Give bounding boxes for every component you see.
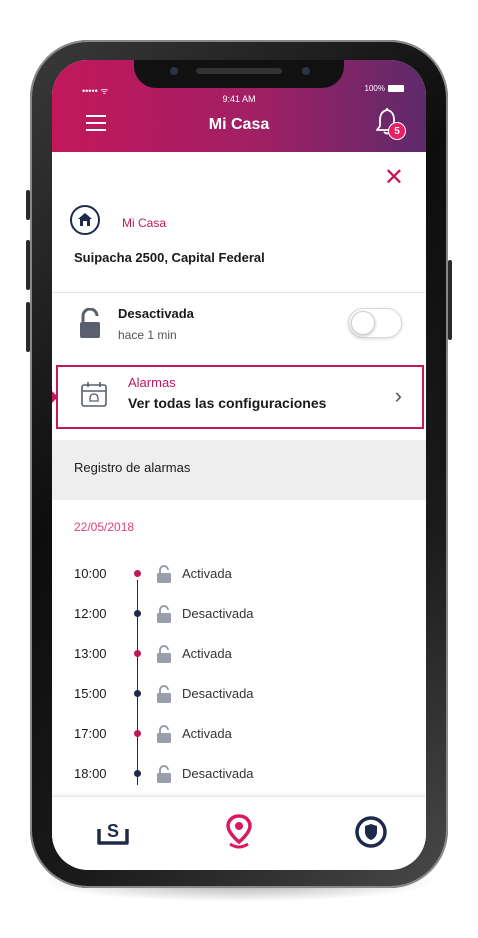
bottom-navigation: S <box>52 796 426 870</box>
timeline-dot <box>134 570 141 577</box>
log-entry-time: 10:00 <box>74 566 107 581</box>
payments-tab[interactable]: S <box>88 807 138 857</box>
notification-badge: 5 <box>388 122 406 140</box>
log-entry-status: Activada <box>182 646 232 661</box>
alarms-card-subtitle: Ver todas las configuraciones <box>128 395 327 411</box>
home-icon <box>70 205 100 235</box>
svg-text:S: S <box>107 821 119 841</box>
log-entry-status: Desactivada <box>182 766 254 781</box>
padlock-icon <box>156 684 172 709</box>
padlock-icon <box>156 644 172 669</box>
camera-icon <box>170 67 178 75</box>
log-entry: 15:00 Desactivada <box>52 684 426 704</box>
timeline-dot <box>134 690 141 697</box>
log-entry-status: Activada <box>182 726 232 741</box>
log-entry: 10:00 Activada <box>52 564 426 584</box>
timeline-dot <box>134 730 141 737</box>
location-tab[interactable] <box>214 807 264 857</box>
log-entry: 13:00 Activada <box>52 644 426 664</box>
log-entry-time: 18:00 <box>74 766 107 781</box>
calendar-bell-icon <box>80 381 108 414</box>
log-entry-time: 17:00 <box>74 726 107 741</box>
log-entry: 17:00 Activada <box>52 724 426 744</box>
notifications-button[interactable]: 5 <box>374 106 406 140</box>
log-date: 22/05/2018 <box>74 520 135 534</box>
log-entry-time: 12:00 <box>74 606 107 621</box>
log-entry-status: Desactivada <box>182 606 254 621</box>
battery-icon <box>388 85 404 92</box>
alarms-card-title: Alarmas <box>128 375 176 390</box>
alarm-log-header: Registro de alarmas <box>52 440 426 500</box>
alarm-toggle[interactable] <box>348 308 402 338</box>
log-entry-time: 15:00 <box>74 686 107 701</box>
volume-up-button <box>26 240 30 290</box>
sensor-icon <box>302 67 310 75</box>
log-entry: 18:00 Desactivada <box>52 764 426 784</box>
log-entry-status: Activada <box>182 566 232 581</box>
chevron-right-icon: › <box>394 383 402 408</box>
padlock-icon <box>156 724 172 749</box>
page-title: Mi Casa <box>208 116 270 133</box>
toggle-knob <box>351 311 375 335</box>
close-icon[interactable]: ✕ <box>384 166 404 190</box>
location-pin-icon <box>226 814 252 849</box>
security-tab[interactable] <box>346 807 396 857</box>
alarm-state-time: hace 1 min <box>118 328 177 342</box>
log-entry: 12:00 Desactivada <box>52 604 426 624</box>
payments-icon: S <box>97 821 129 845</box>
security-shield-icon <box>355 816 387 848</box>
status-time: 9:41 AM <box>222 94 256 104</box>
alarms-card[interactable]: Alarmas Ver todas las configuraciones › <box>52 365 424 429</box>
log-entry-time: 13:00 <box>74 646 107 661</box>
log-entry-status: Desactivada <box>182 686 254 701</box>
timeline-dot <box>134 770 141 777</box>
speaker-grille <box>196 68 282 74</box>
battery-indicator: 100% <box>365 84 404 93</box>
unlocked-padlock-icon <box>78 307 102 345</box>
app-screen: ••••• ᯤ 9:41 AM 100% Mi Casa 5 ✕ Mi Casa… <box>52 60 426 870</box>
padlock-icon <box>156 604 172 629</box>
padlock-icon <box>156 764 172 789</box>
divider <box>52 292 426 293</box>
property-address: Suipacha 2500, Capital Federal <box>74 250 265 265</box>
property-name: Mi Casa <box>122 216 167 230</box>
power-button <box>448 260 452 340</box>
battery-label: 100% <box>364 84 385 93</box>
app-header: ••••• ᯤ 9:41 AM 100% Mi Casa 5 <box>52 60 426 152</box>
volume-down-button <box>26 302 30 352</box>
mute-switch <box>26 190 30 220</box>
selection-pointer <box>52 389 58 405</box>
timeline-dot <box>134 610 141 617</box>
timeline-dot <box>134 650 141 657</box>
alarm-log-title: Registro de alarmas <box>74 460 191 475</box>
alarm-state-label: Desactivada <box>118 306 194 321</box>
padlock-icon <box>156 564 172 589</box>
device-notch <box>134 60 344 88</box>
